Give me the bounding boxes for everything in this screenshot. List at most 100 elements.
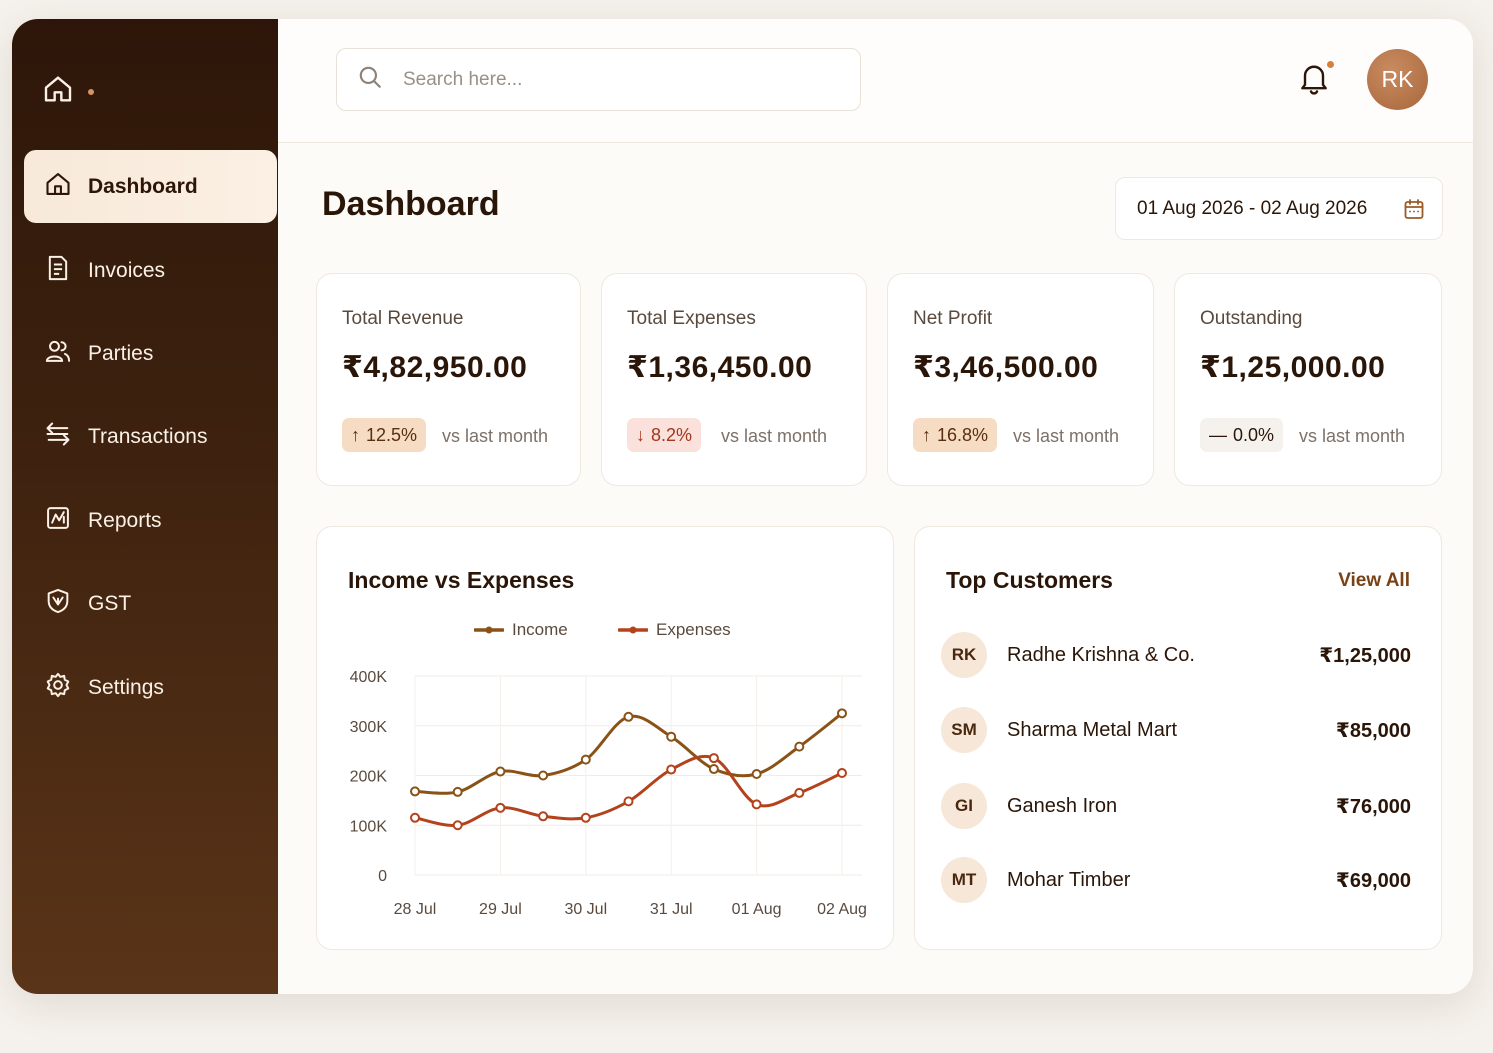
notification-bell[interactable] [1296, 59, 1334, 102]
customer-avatar: GI [941, 783, 987, 829]
legend-swatch-expenses [618, 626, 648, 634]
arrow-down-icon: ↓ [636, 424, 645, 445]
search-input[interactable] [403, 68, 823, 91]
y-tick-label: 400K [350, 669, 388, 686]
stat-value: ₹4,82,950.00 [342, 351, 528, 384]
customer-amount: ₹69,000 [1335, 869, 1411, 892]
bell-icon [1296, 65, 1332, 101]
data-point-expenses [794, 787, 805, 798]
customer-name: Sharma Metal Mart [1007, 718, 1178, 741]
home-logo-icon[interactable] [42, 73, 74, 110]
customer-name: Ganesh Iron [1007, 794, 1118, 817]
data-point-expenses [580, 812, 591, 823]
stat-change-badge: ↑ 12.5% [342, 418, 427, 452]
sidebar-item-label: Invoices [88, 258, 166, 282]
sidebar-item-transactions[interactable]: Transactions [24, 400, 277, 473]
sidebar-item-settings[interactable]: Settings [24, 651, 277, 724]
user-avatar[interactable]: RK [1367, 49, 1428, 110]
sidebar-item-invoices[interactable]: Invoices [24, 234, 277, 307]
invoice-icon [44, 254, 72, 288]
gear-icon [44, 671, 72, 705]
x-tick-label: 02 Aug [817, 901, 867, 918]
stat-change-badge: ↑ 16.8% [913, 418, 998, 452]
data-point-income [495, 766, 506, 777]
y-tick-label: 0 [378, 868, 387, 885]
customer-avatar: RK [941, 632, 987, 678]
sidebar-item-label: GST [88, 591, 132, 615]
data-point-income [837, 708, 847, 719]
data-point-income [666, 731, 677, 742]
data-point-income [452, 786, 463, 797]
view-all-link[interactable]: View All [1338, 570, 1410, 592]
customer-amount: ₹85,000 [1335, 719, 1411, 742]
sidebar-item-parties[interactable]: Parties [24, 317, 277, 390]
sidebar-item-label: Settings [88, 675, 164, 699]
customer-avatar: MT [941, 857, 987, 903]
date-range-picker[interactable]: 01 Aug 2026 - 02 Aug 2026 [1115, 177, 1443, 240]
stat-label: Net Profit [913, 308, 993, 329]
data-point-expenses [410, 812, 420, 823]
customer-row[interactable]: RK Radhe Krishna & Co. ₹1,25,000 [941, 631, 1411, 679]
stat-change-value: 12.5% [366, 424, 418, 445]
transfer-icon [44, 420, 72, 454]
sidebar-brand [42, 73, 94, 110]
data-point-income [751, 769, 762, 780]
x-tick-label: 29 Jul [479, 901, 522, 918]
stat-value: ₹1,36,450.00 [627, 351, 813, 384]
data-point-expenses [751, 799, 762, 810]
stat-change-value: 16.8% [937, 424, 989, 445]
date-range-label: 01 Aug 2026 - 02 Aug 2026 [1137, 197, 1368, 219]
calendar-icon [1404, 199, 1424, 219]
search-box[interactable] [336, 48, 861, 111]
legend-label: Income [512, 620, 568, 639]
report-icon [44, 504, 72, 538]
customer-row[interactable]: GI Ganesh Iron ₹76,000 [941, 782, 1411, 830]
stat-change-value: 0.0% [1233, 424, 1275, 445]
stat-change-badge: — 0.0% [1200, 418, 1284, 452]
stat-comparison: vs last month [1299, 426, 1406, 446]
users-icon [44, 337, 72, 371]
arrow-up-icon: ↑ [351, 424, 360, 445]
stat-card-outstanding: Outstanding ₹1,25,000.00 — 0.0% vs last … [1174, 273, 1442, 486]
stat-value: ₹1,25,000.00 [1200, 351, 1386, 384]
sidebar-item-label: Parties [88, 341, 154, 365]
customer-row[interactable]: SM Sharma Metal Mart ₹85,000 [941, 706, 1411, 754]
stat-comparison: vs last month [442, 426, 549, 446]
customer-avatar: SM [941, 707, 987, 753]
series-line-expenses [413, 754, 844, 827]
customer-amount: ₹76,000 [1335, 795, 1411, 818]
y-tick-label: 300K [350, 719, 388, 736]
top-bar: RK [278, 19, 1473, 143]
brand-dot [88, 88, 94, 95]
customer-name: Mohar Timber [1007, 868, 1131, 891]
data-point-income [538, 770, 549, 781]
data-point-income [794, 741, 805, 752]
stat-value: ₹3,46,500.00 [913, 351, 1099, 384]
stat-card-total-revenue: Total Revenue ₹4,82,950.00 ↑ 12.5% vs la… [316, 273, 581, 486]
arrow-up-icon: ↑ [922, 424, 931, 445]
sidebar-item-gst[interactable]: GST [24, 567, 277, 640]
stat-label: Total Expenses [627, 308, 756, 329]
data-point-expenses [666, 764, 677, 775]
x-tick-label: 30 Jul [564, 901, 607, 918]
stat-comparison: vs last month [1013, 426, 1120, 446]
y-tick-label: 100K [350, 818, 388, 835]
legend-item-expenses: Expenses [618, 620, 731, 640]
sidebar-item-dashboard[interactable]: Dashboard [24, 150, 277, 223]
data-point-expenses [837, 768, 847, 779]
y-tick-label: 200K [350, 769, 388, 786]
data-point-expenses [495, 802, 506, 813]
data-point-expenses [452, 820, 463, 831]
stat-card-total-expenses: Total Expenses ₹1,36,450.00 ↓ 8.2% vs la… [601, 273, 867, 486]
data-point-expenses [708, 753, 719, 764]
sidebar-item-reports[interactable]: Reports [24, 484, 277, 557]
legend-label: Expenses [656, 620, 731, 639]
stat-comparison: vs last month [721, 426, 828, 446]
x-tick-label: 31 Jul [650, 901, 693, 918]
data-point-expenses [623, 796, 634, 807]
chart-title: Income vs Expenses [348, 567, 575, 593]
sidebar: Dashboard Invoices Parties Transactions [12, 19, 278, 994]
customer-row[interactable]: MT Mohar Timber ₹69,000 [941, 856, 1411, 904]
stat-card-net-profit: Net Profit ₹3,46,500.00 ↑ 16.8% vs last … [887, 273, 1154, 486]
data-point-income [410, 786, 420, 797]
